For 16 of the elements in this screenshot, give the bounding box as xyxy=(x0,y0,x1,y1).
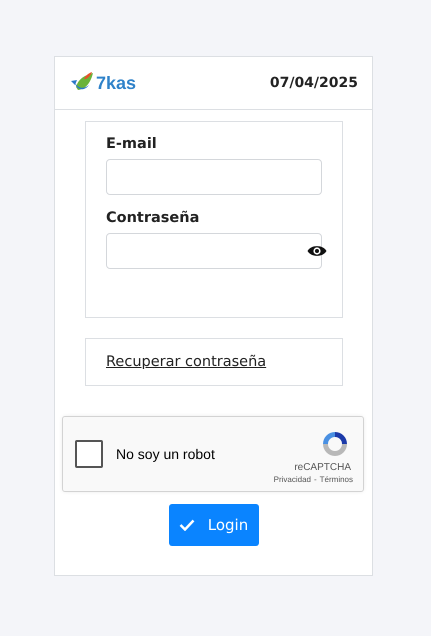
logo-text: 7kas xyxy=(96,72,136,94)
terms-link[interactable]: Términos xyxy=(320,475,353,484)
captcha-label: No soy un robot xyxy=(116,446,216,462)
field-label: Contraseña xyxy=(106,210,200,226)
field-label: E-mail xyxy=(106,136,158,152)
check-icon xyxy=(178,519,195,531)
captcha-checkbox[interactable] xyxy=(75,440,103,468)
login-button[interactable]: Login xyxy=(168,504,258,546)
captcha-brand: reCAPTCHA xyxy=(294,462,351,473)
input-field[interactable] xyxy=(106,233,322,269)
date-text: 07/04/2025 xyxy=(270,75,358,91)
separator-text: - xyxy=(314,475,317,484)
privacy-link[interactable]: Privacidad xyxy=(274,475,311,484)
eye-icon[interactable] xyxy=(307,244,327,258)
input-field[interactable] xyxy=(106,159,322,195)
recover-password-link[interactable]: Recuperar contraseña xyxy=(106,354,266,370)
